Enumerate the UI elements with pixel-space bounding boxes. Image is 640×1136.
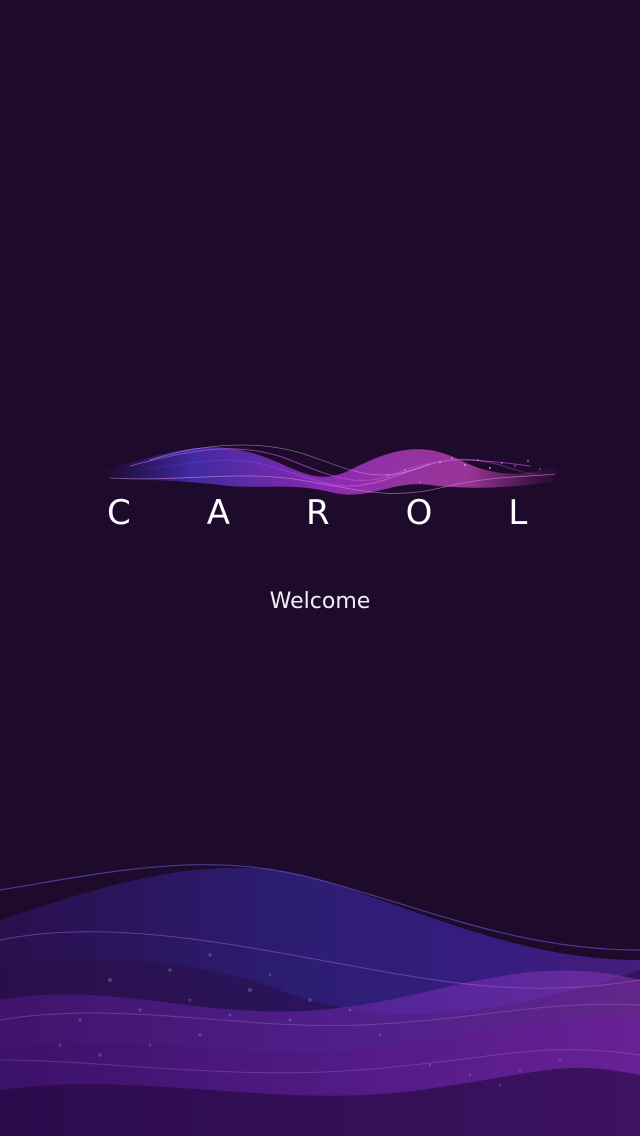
- app-name: CAROL: [107, 493, 604, 533]
- footer-wave: [0, 860, 640, 1136]
- bottom-wave-graphic: [0, 864, 640, 1136]
- carol-logo: CAROL: [90, 430, 570, 540]
- welcome-screen: CAROL Welcome: [0, 0, 640, 1136]
- welcome-text: Welcome: [269, 589, 371, 614]
